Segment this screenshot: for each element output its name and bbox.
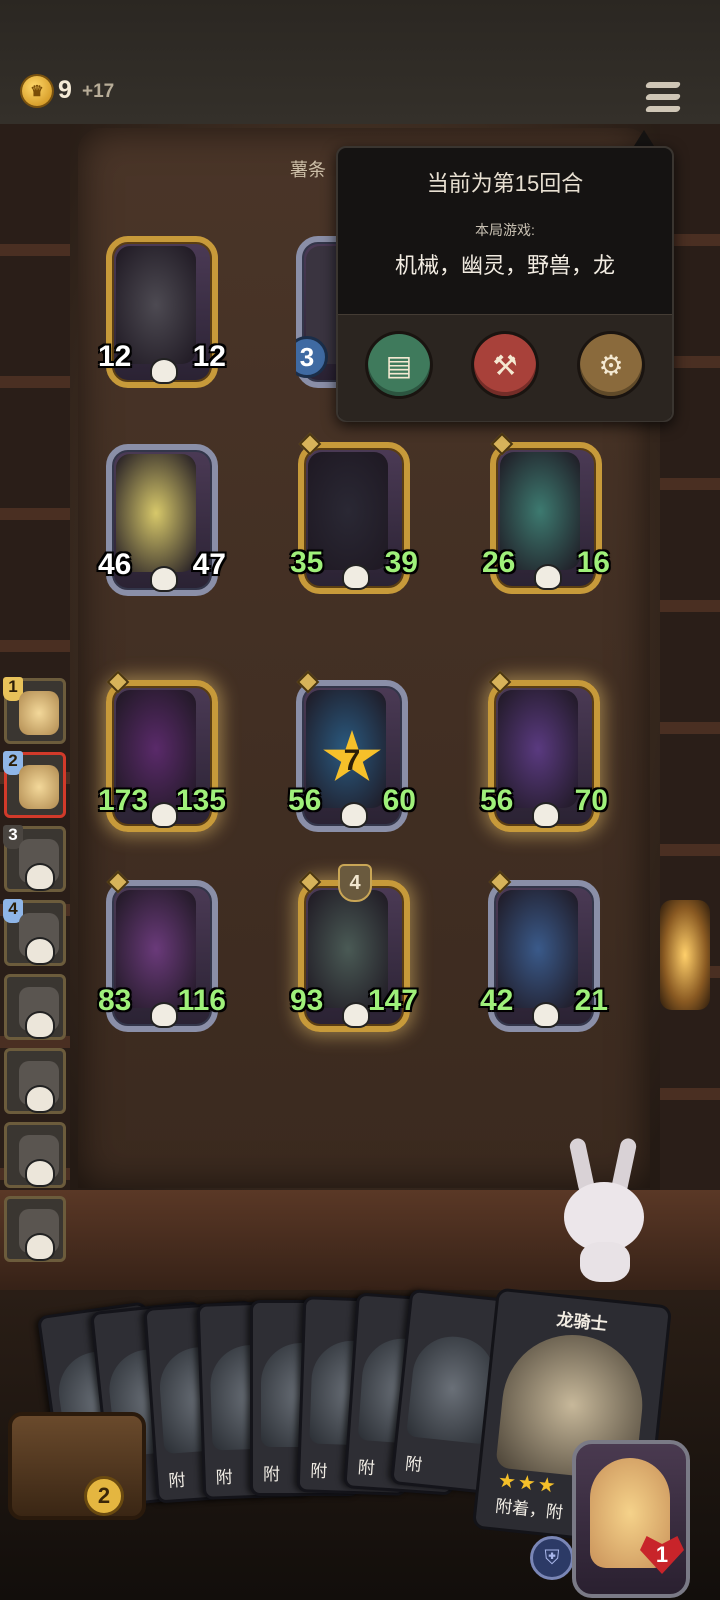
unit-health: 116 <box>177 984 226 1017</box>
player-rank-item[interactable]: 1 <box>3 677 66 744</box>
reaper-unit[interactable]: 35 39 <box>290 432 418 594</box>
skull-icon <box>25 1159 55 1187</box>
popup-tail <box>634 130 654 146</box>
unit-attack: 173 <box>98 784 149 817</box>
level-badge: 4 <box>338 864 372 902</box>
shield-icon: ⛨ <box>530 1536 574 1580</box>
card-text: 附 <box>215 1467 234 1488</box>
gold-amount: 9 <box>58 76 72 104</box>
player-rank-item[interactable]: 4 <box>3 899 66 966</box>
player-ranking: 1 2 3 4 <box>0 677 72 1268</box>
top-bar: ♛ 9 +17 <box>0 0 720 127</box>
skull-icon <box>150 566 178 592</box>
card-text: 附 <box>404 1454 424 1475</box>
player-rank-item[interactable] <box>4 1196 66 1262</box>
tribes-label: 本局游戏: <box>475 222 535 238</box>
unit-attack: 93 <box>290 984 324 1017</box>
unit-attack: 46 <box>98 548 132 581</box>
unit-health: 47 <box>192 548 226 581</box>
skull-icon <box>25 1233 55 1261</box>
skull-icon <box>534 564 562 590</box>
skull-icon <box>532 1002 560 1028</box>
round-info-popup: 当前为第15回合 本局游戏: 机械，幽灵，野兽，龙 ▤ ⚒ ⚙ <box>336 146 674 422</box>
ghost-unit[interactable]: 26 16 <box>482 432 610 594</box>
skull-icon <box>150 802 178 828</box>
skull-icon <box>25 1085 55 1113</box>
unit-health: 60 <box>382 784 416 817</box>
skull-icon <box>342 564 370 590</box>
fairy-unit[interactable]: 83 116 <box>98 870 226 1032</box>
gold-coin-icon: ♛ <box>22 76 52 106</box>
player-rank-item[interactable]: 2 <box>3 751 66 818</box>
unit-attack: 56 <box>480 784 514 817</box>
dark-knight-unit[interactable]: 173 135 <box>98 670 226 832</box>
card-text: 附 <box>310 1461 328 1482</box>
unit-attack: 83 <box>98 984 132 1017</box>
player-avatar <box>19 765 59 809</box>
unit-health: 21 <box>574 984 608 1017</box>
skull-icon <box>340 802 368 828</box>
skull-icon <box>150 1002 178 1028</box>
unit-attack: 26 <box>482 546 516 579</box>
unit-attack: 12 <box>98 340 132 373</box>
hero-portrait[interactable] <box>572 1440 690 1598</box>
player-rank-item[interactable]: 3 <box>3 825 66 892</box>
opponent-name: 薯条 <box>290 160 326 180</box>
skull-icon <box>342 1002 370 1028</box>
spirit-unit[interactable]: 46 47 <box>98 444 226 596</box>
shop-chest[interactable] <box>8 1412 146 1520</box>
skull-icon <box>532 802 560 828</box>
unit-health: 12 <box>192 340 226 373</box>
octopus-unit[interactable]: 56 60 7 <box>288 670 416 832</box>
partial-unit[interactable]: 3 <box>296 236 340 388</box>
paladin-unit[interactable]: 42 21 <box>480 870 608 1032</box>
card-text: 附 <box>263 1465 280 1484</box>
robot-unit[interactable]: 93 147 4 <box>290 864 418 1032</box>
unit-attack: 42 <box>480 984 514 1017</box>
unit-health: 16 <box>576 546 610 579</box>
menu-icon[interactable] <box>644 82 682 116</box>
skull-icon <box>25 1011 55 1039</box>
unit-health: 39 <box>384 546 418 579</box>
unit-attack: 56 <box>288 784 322 817</box>
card-text: 附 <box>357 1457 376 1479</box>
chest-count: 2 <box>84 1476 124 1516</box>
pumpkin-unit[interactable]: 12 12 <box>98 236 226 388</box>
gold-income: +17 <box>82 81 115 102</box>
player-rank-item[interactable] <box>4 1048 66 1114</box>
axe-icon[interactable]: ⚒ <box>474 334 536 396</box>
tribes-list: 机械，幽灵，野兽，龙 <box>394 253 615 278</box>
skull-icon <box>150 358 178 384</box>
gear-icon[interactable]: ⚙ <box>580 334 642 396</box>
wizard-unit[interactable]: 56 70 <box>480 670 608 832</box>
book-icon[interactable]: ▤ <box>368 334 430 396</box>
skull-icon <box>25 863 55 891</box>
player-rank-item[interactable] <box>4 974 66 1040</box>
player-avatar <box>19 691 59 735</box>
round-title: 当前为第15回合 <box>426 171 584 196</box>
skull-icon <box>25 937 55 965</box>
card-text: 附 <box>167 1470 187 1491</box>
player-rank-item[interactable] <box>4 1122 66 1188</box>
unit-attack: 35 <box>290 546 324 579</box>
lamp-icon <box>660 900 710 1010</box>
bunny-mascot[interactable] <box>560 1136 650 1288</box>
unit-health: 147 <box>367 984 418 1017</box>
unit-health: 70 <box>574 784 608 817</box>
unit-health: 135 <box>175 784 226 817</box>
